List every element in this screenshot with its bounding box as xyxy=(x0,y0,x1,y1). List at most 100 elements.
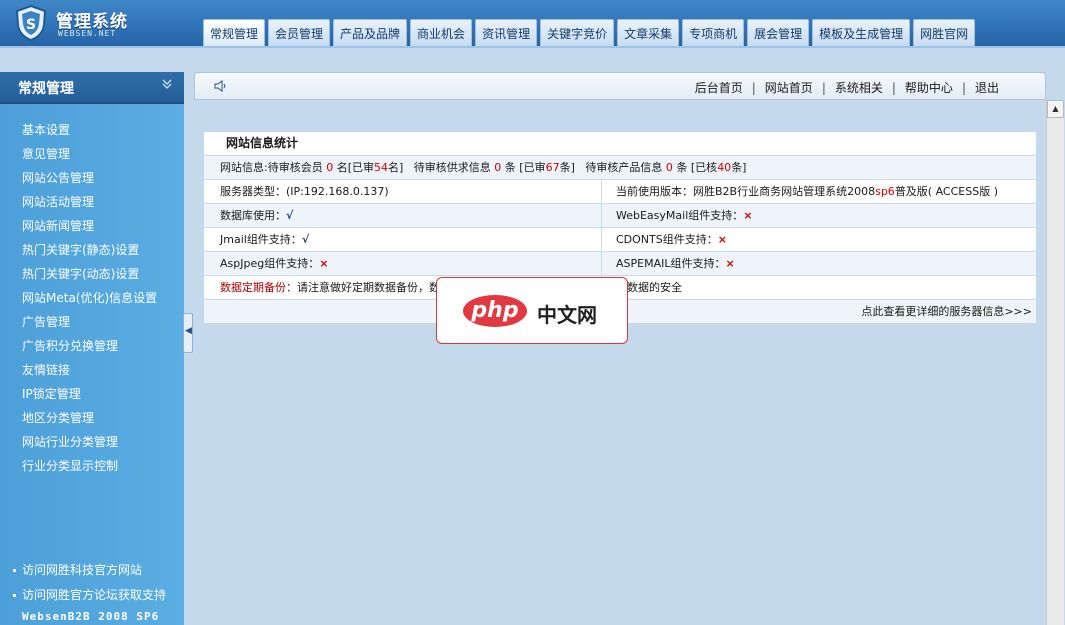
approved-members: 54 xyxy=(374,161,388,174)
tab-exhibition[interactable]: 展会管理 xyxy=(747,19,810,46)
cross-icon: × xyxy=(717,233,727,246)
logo: S 管理系统 WEBSEN.NET xyxy=(14,5,184,41)
version-label-text: 当前使用版本：网胜B2B行业商务网站管理系统2008 xyxy=(616,185,876,198)
sidebar-item-ads[interactable]: 广告管理 xyxy=(0,310,184,334)
separator: | xyxy=(751,80,756,95)
link-help[interactable]: 帮助中心 xyxy=(905,79,953,96)
webeasymail-label: WebEasyMail组件支持： xyxy=(616,209,744,222)
version-sp: sp6 xyxy=(875,185,895,198)
link-official-site-label: 访问网胜科技官方网站 xyxy=(22,563,143,577)
link-official-forum-label: 访问网胜官方论坛获取支持 xyxy=(22,588,167,602)
info-text: 条] xyxy=(559,161,575,174)
double-chevron-down-icon[interactable] xyxy=(162,78,172,93)
tab-news[interactable]: 资讯管理 xyxy=(475,19,538,46)
cross-icon: × xyxy=(743,209,753,222)
stats-row-db: 数据库使用：√ WebEasyMail组件支持：× xyxy=(204,203,1036,227)
top-links: 后台首页 | 网站首页 | 系统相关 | 帮助中心 | 退出 xyxy=(695,79,999,96)
tab-keyword-bidding[interactable]: 关键字竞价 xyxy=(540,19,615,46)
speaker-icon xyxy=(213,79,227,97)
approved-supply: 67 xyxy=(545,161,560,174)
sidebar-item-ad-points[interactable]: 广告积分兑换管理 xyxy=(0,334,184,358)
current-version: 当前使用版本：网胜B2B行业商务网站管理系统2008sp6普及版( ACCESS… xyxy=(602,180,998,203)
php-logo-text: 中文网 xyxy=(537,303,597,327)
info-text: 条] xyxy=(731,161,747,174)
sidebar-item-hot-keywords-static[interactable]: 热门关键字(静态)设置 xyxy=(0,238,184,262)
main-topbar: 后台首页 | 网站首页 | 系统相关 | 帮助中心 | 退出 xyxy=(194,72,1046,100)
sidebar-item-meta-settings[interactable]: 网站Meta(优化)信息设置 xyxy=(0,286,184,310)
tab-products[interactable]: 产品及品牌 xyxy=(333,19,408,46)
sidebar-item-regions[interactable]: 地区分类管理 xyxy=(0,406,184,430)
sidebar: 常规管理 基本设置 意见管理 网站公告管理 网站活动管理 网站新闻管理 热门关键… xyxy=(0,72,184,625)
db-label: 数据库使用： xyxy=(220,209,286,222)
stats-info: 网站信息:待审核会员 0 名[已审54名] 待审核供求信息 0 条 [已审67条… xyxy=(204,156,746,179)
separator: | xyxy=(821,80,826,95)
sidebar-item-industry-display[interactable]: 行业分类显示控制 xyxy=(0,454,184,478)
tab-special[interactable]: 专项商机 xyxy=(682,19,745,46)
top-header: S 管理系统 WEBSEN.NET 常规管理 会员管理 产品及品牌 商业机会 资… xyxy=(0,0,1065,48)
main-content: 后台首页 | 网站首页 | 系统相关 | 帮助中心 | 退出 网站信息统计 网站… xyxy=(194,72,1046,625)
tab-article-collect[interactable]: 文章采集 xyxy=(617,19,680,46)
link-admin-home[interactable]: 后台首页 xyxy=(695,79,743,96)
aspjpeg-label: AspJpeg组件支持： xyxy=(220,257,320,270)
sidebar-header: 常规管理 xyxy=(0,72,184,104)
sidebar-item-industries[interactable]: 网站行业分类管理 xyxy=(0,430,184,454)
sidebar-item-activities[interactable]: 网站活动管理 xyxy=(0,190,184,214)
separator: | xyxy=(891,80,896,95)
stats-row-jmail: Jmail组件支持：√ CDONTS组件支持：× xyxy=(204,227,1036,251)
info-text: 网站信息:待审核会员 xyxy=(220,161,327,174)
chevron-left-icon: ◀ xyxy=(185,326,192,336)
info-text: 条 [已审 xyxy=(501,161,546,174)
sidebar-item-hot-keywords-dynamic[interactable]: 热门关键字(动态)设置 xyxy=(0,262,184,286)
php-watermark: php 中文网 xyxy=(436,277,628,344)
webeasymail-support: WebEasyMail组件支持：× xyxy=(602,204,752,227)
sidebar-menu: 基本设置 意见管理 网站公告管理 网站活动管理 网站新闻管理 热门关键字(静态)… xyxy=(0,118,184,478)
server-type: 服务器类型：(IP:192.168.0.137) xyxy=(204,180,602,203)
approved-products: 40 xyxy=(717,161,732,174)
info-text: 待审核供求信息 xyxy=(403,161,495,174)
tab-members[interactable]: 会员管理 xyxy=(268,19,331,46)
sidebar-item-friend-links[interactable]: 友情链接 xyxy=(0,358,184,382)
php-logo: php xyxy=(463,295,527,327)
tab-business[interactable]: 商业机会 xyxy=(410,19,473,46)
main-nav: 常规管理 会员管理 产品及品牌 商业机会 资讯管理 关键字竞价 文章采集 专项商… xyxy=(203,19,976,46)
cdonts-support: CDONTS组件支持：× xyxy=(602,228,727,251)
sidebar-item-feedback[interactable]: 意见管理 xyxy=(0,142,184,166)
link-system[interactable]: 系统相关 xyxy=(835,79,883,96)
link-official-forum[interactable]: 访问网胜官方论坛获取支持 xyxy=(0,583,184,608)
sidebar-item-announcements[interactable]: 网站公告管理 xyxy=(0,166,184,190)
db-support: 数据库使用：√ xyxy=(204,204,602,227)
sidebar-item-ip-lock[interactable]: IP锁定管理 xyxy=(0,382,184,406)
cross-icon: × xyxy=(319,257,329,270)
bullet-icon xyxy=(13,594,16,597)
scroll-up-arrow-icon[interactable]: ▲ xyxy=(1047,100,1064,118)
sidebar-item-news[interactable]: 网站新闻管理 xyxy=(0,214,184,238)
stats-row-info: 网站信息:待审核会员 0 名[已审54名] 待审核供求信息 0 条 [已审67条… xyxy=(204,155,1036,179)
link-logout[interactable]: 退出 xyxy=(975,79,999,96)
tab-general[interactable]: 常规管理 xyxy=(203,19,266,46)
tab-templates[interactable]: 模板及生成管理 xyxy=(812,19,911,46)
aspemail-label: ASPEMAIL组件支持： xyxy=(616,257,726,270)
stats-row-aspjpeg: AspJpeg组件支持：× ASPEMAIL组件支持：× xyxy=(204,251,1036,275)
stats-title: 网站信息统计 xyxy=(204,132,1036,155)
aspemail-support: ASPEMAIL组件支持：× xyxy=(602,252,735,275)
link-site-home[interactable]: 网站首页 xyxy=(765,79,813,96)
info-text: 名[已审 xyxy=(333,161,374,174)
vertical-scrollbar[interactable]: ▲ xyxy=(1046,100,1064,625)
sidebar-links: 访问网胜科技官方网站 访问网胜官方论坛获取支持 xyxy=(0,558,184,608)
sidebar-item-basic-settings[interactable]: 基本设置 xyxy=(0,118,184,142)
bullet-icon xyxy=(13,569,16,572)
cdonts-label: CDONTS组件支持： xyxy=(616,233,718,246)
info-text: 条 [已核 xyxy=(672,161,718,174)
version-tail: 普及版( ACCESS版 ) xyxy=(894,185,998,198)
version-label: WebsenB2B 2008 SP6 xyxy=(22,610,160,623)
check-icon: √ xyxy=(301,233,310,246)
cross-icon: × xyxy=(725,257,735,270)
tab-official-site[interactable]: 网胜官网 xyxy=(913,19,976,46)
shield-logo-icon: S xyxy=(15,5,47,41)
info-text: 名] xyxy=(388,161,404,174)
pending-products: 0 xyxy=(665,161,673,174)
stats-row-server: 服务器类型：(IP:192.168.0.137) 当前使用版本：网胜B2B行业商… xyxy=(204,179,1036,203)
link-official-site[interactable]: 访问网胜科技官方网站 xyxy=(0,558,184,583)
svg-text:S: S xyxy=(26,17,36,33)
sidebar-toggle-handle[interactable]: ◀ xyxy=(183,313,193,353)
